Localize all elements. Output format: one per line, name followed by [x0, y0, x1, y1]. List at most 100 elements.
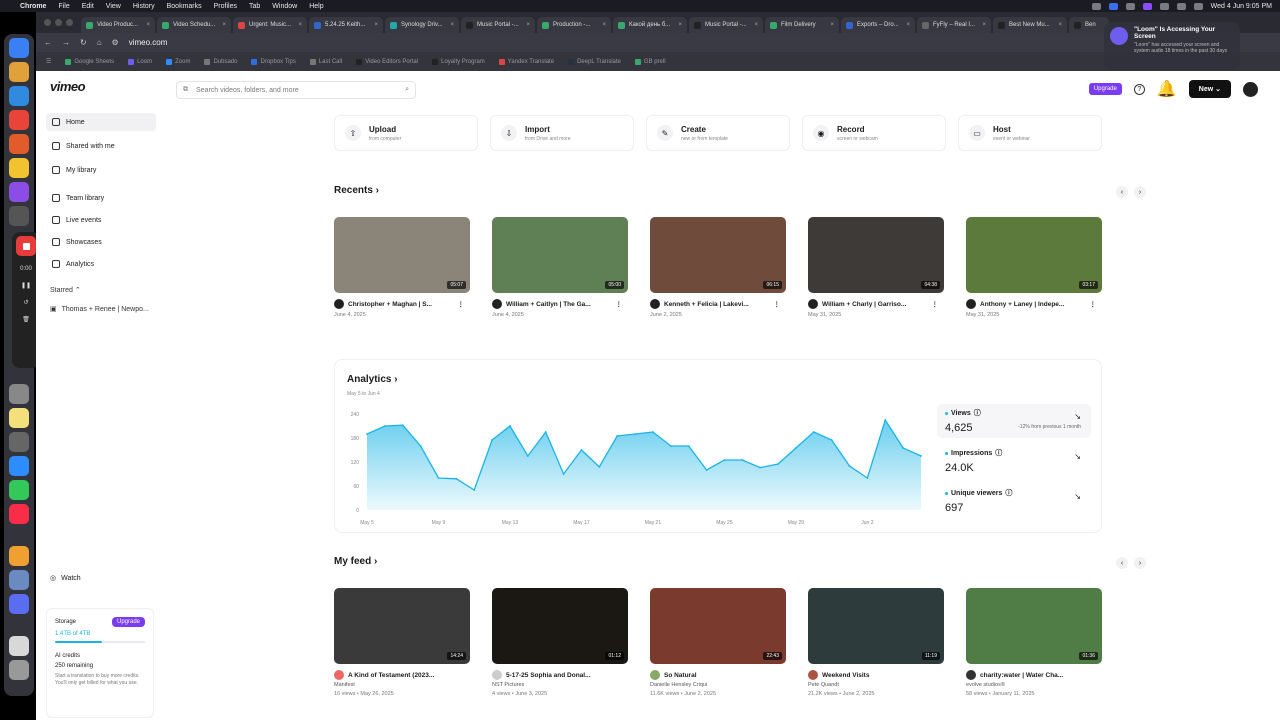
- menubar-app-name[interactable]: Chrome: [20, 3, 46, 10]
- upload-action[interactable]: ⇧ Upload from computer: [334, 115, 478, 151]
- info-icon[interactable]: ⓘ: [1005, 488, 1012, 498]
- home-icon[interactable]: ⌂: [97, 38, 102, 47]
- finder-icon[interactable]: [9, 38, 29, 58]
- video-thumbnail[interactable]: 04:38: [808, 217, 944, 293]
- close-tab-icon[interactable]: ×: [1058, 22, 1062, 28]
- prev-icon[interactable]: ‹: [1116, 186, 1128, 198]
- video-thumbnail[interactable]: 01:36: [966, 588, 1102, 664]
- close-tab-icon[interactable]: ×: [678, 22, 682, 28]
- data-point[interactable]: [509, 425, 511, 427]
- trash-icon[interactable]: [9, 660, 29, 680]
- browser-tab[interactable]: Urgent: Music... ×: [233, 17, 307, 33]
- browser-tab[interactable]: Music Portal -... ×: [461, 17, 535, 33]
- info-icon[interactable]: ⓘ: [995, 448, 1002, 458]
- data-point[interactable]: [848, 465, 851, 467]
- search-icon[interactable]: [1193, 2, 1203, 10]
- browser-tab[interactable]: Какой день б... ×: [613, 17, 687, 33]
- create-action[interactable]: ✎ Create new or from template: [646, 115, 790, 151]
- menu-window[interactable]: Window: [272, 3, 297, 10]
- data-point[interactable]: [759, 466, 762, 469]
- reload-icon[interactable]: ↻: [80, 38, 87, 47]
- video-author[interactable]: Pete Quandt: [808, 682, 944, 688]
- pause-icon[interactable]: ❚❚: [21, 282, 31, 289]
- sidebar-item-team-library[interactable]: Team library: [46, 189, 156, 207]
- feed-card[interactable]: 22:43 So Natural Danielle Hensley Criqui 11…: [650, 588, 786, 697]
- bookmark-item[interactable]: Video Editors Portal: [356, 58, 418, 65]
- browser-tab[interactable]: Synology Driv... ×: [385, 17, 459, 33]
- video-thumbnail[interactable]: 22:43: [650, 588, 786, 664]
- calculator-icon[interactable]: [9, 432, 29, 452]
- browser-tab[interactable]: 5.24.25 Keith... ×: [309, 17, 383, 33]
- url-field[interactable]: vimeo.com: [129, 38, 168, 47]
- bookmark-item[interactable]: Yandex Translate: [498, 58, 554, 65]
- data-point[interactable]: [741, 459, 744, 461]
- zoom-window-button[interactable]: [66, 19, 73, 26]
- launchpad-icon[interactable]: [9, 62, 29, 82]
- wifi-icon[interactable]: [1159, 2, 1169, 10]
- chrome-icon[interactable]: [9, 110, 29, 130]
- folder-filter-icon[interactable]: ⧉: [183, 86, 188, 94]
- next-icon[interactable]: ›: [1134, 186, 1146, 198]
- menu-edit[interactable]: Edit: [82, 3, 94, 10]
- metric-impressions[interactable]: Impressions ⓘ 24.0K ↘: [937, 444, 1091, 478]
- data-point[interactable]: [866, 477, 869, 479]
- close-tab-icon[interactable]: ×: [526, 22, 530, 28]
- analytics-title[interactable]: Analytics ›: [347, 374, 398, 385]
- metric-unique-viewers[interactable]: Unique viewers ⓘ 697 ↘: [937, 484, 1091, 518]
- video-card[interactable]: 05:07 Christopher + Maghan | S... ⋮ June 4,…: [334, 217, 470, 318]
- data-point[interactable]: [401, 424, 404, 427]
- menu-bookmarks[interactable]: Bookmarks: [167, 3, 202, 10]
- browser-tab[interactable]: Exports – Dro... ×: [841, 17, 915, 33]
- close-window-button[interactable]: [44, 19, 51, 26]
- video-card[interactable]: 05:00 William + Caitlyn | The Ga... ⋮ June …: [492, 217, 628, 318]
- menu-file[interactable]: File: [58, 3, 69, 10]
- minimize-window-button[interactable]: [55, 19, 62, 26]
- data-point[interactable]: [634, 433, 636, 435]
- close-tab-icon[interactable]: ×: [982, 22, 986, 28]
- sidebar-item-home[interactable]: Home: [46, 113, 156, 131]
- close-tab-icon[interactable]: ×: [298, 22, 302, 28]
- data-point[interactable]: [920, 455, 922, 457]
- help-icon[interactable]: ?: [1133, 83, 1145, 95]
- video-thumbnail[interactable]: 05:07: [334, 217, 470, 293]
- menu-profiles[interactable]: Profiles: [214, 3, 237, 10]
- data-point[interactable]: [491, 439, 493, 441]
- feed-title[interactable]: My feed ›: [334, 556, 377, 567]
- data-point[interactable]: [580, 449, 583, 451]
- bookmark-item[interactable]: Zoom: [166, 58, 190, 65]
- close-tab-icon[interactable]: ×: [906, 22, 910, 28]
- video-thumbnail[interactable]: 06:15: [650, 217, 786, 293]
- data-point[interactable]: [366, 433, 368, 435]
- data-point[interactable]: [902, 447, 905, 449]
- stop-recording-button[interactable]: [16, 236, 36, 256]
- browser-tab[interactable]: Film Delivery ×: [765, 17, 839, 33]
- video-title[interactable]: Christopher + Maghan | S...: [348, 301, 432, 308]
- starred-item[interactable]: ▣ Thomas + Renee | Newpo...: [50, 305, 149, 314]
- record-action[interactable]: ◉ Record screen or webcam: [802, 115, 946, 151]
- sidebar-item-shared[interactable]: Shared with me: [46, 137, 156, 155]
- forward-icon[interactable]: →: [62, 38, 70, 47]
- battery-icon[interactable]: [1176, 2, 1186, 10]
- sidebar-item-watch[interactable]: ◎ Watch: [50, 574, 81, 583]
- sidebar-item-my-library[interactable]: My library: [46, 161, 156, 179]
- more-options-icon[interactable]: ⋮: [932, 300, 939, 308]
- site-info-icon[interactable]: ⚙: [112, 38, 119, 47]
- status-icon[interactable]: [1091, 2, 1101, 10]
- video-thumbnail[interactable]: 01:12: [492, 588, 628, 664]
- close-tab-icon[interactable]: ×: [374, 22, 378, 28]
- prev-icon[interactable]: ‹: [1116, 557, 1128, 569]
- video-card[interactable]: 06:15 Kenneth + Felicia | Lakevi... ⋮ June …: [650, 217, 786, 318]
- feed-card[interactable]: 01:12 5-17-25 Sophia and Donal... NST Pict…: [492, 588, 628, 697]
- data-point[interactable]: [544, 431, 547, 433]
- messages-icon[interactable]: [9, 480, 29, 500]
- music-icon[interactable]: [9, 504, 29, 524]
- loom-status-icon[interactable]: [1142, 2, 1152, 10]
- search-bar[interactable]: ⧉ Search videos, folders, and more ⌕: [176, 81, 416, 99]
- video-title[interactable]: William + Caitlyn | The Ga...: [506, 301, 591, 308]
- video-thumbnail[interactable]: 14:24: [334, 588, 470, 664]
- browser-tab[interactable]: Production -... ×: [537, 17, 611, 33]
- menu-view[interactable]: View: [106, 3, 121, 10]
- video-thumbnail[interactable]: 05:00: [492, 217, 628, 293]
- menu-help[interactable]: Help: [309, 3, 323, 10]
- video-title[interactable]: charity:water | Water Cha...: [980, 672, 1063, 679]
